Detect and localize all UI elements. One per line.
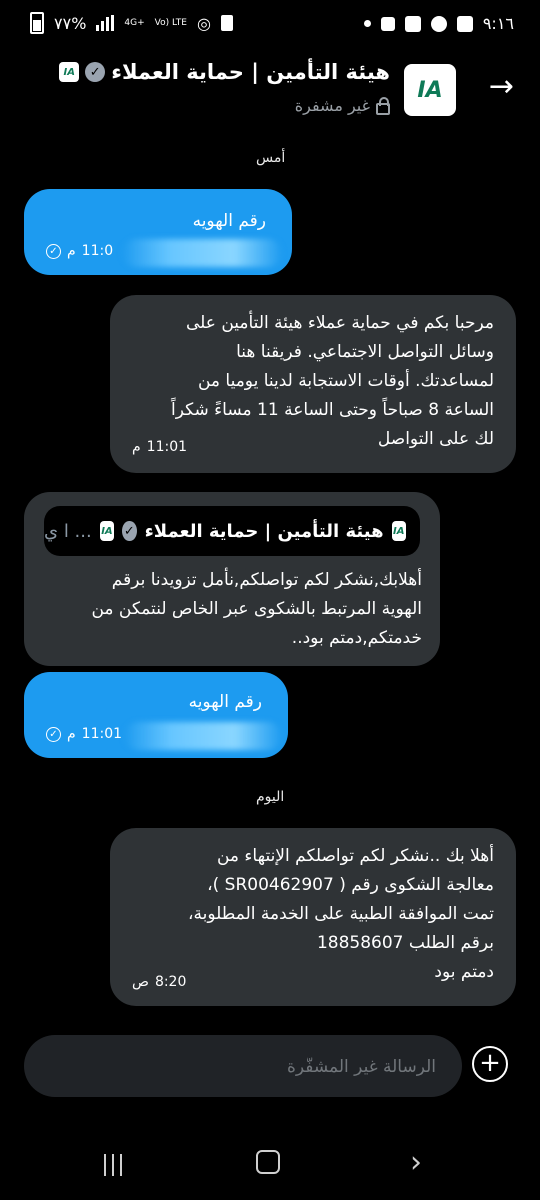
recent-apps-icon[interactable] bbox=[104, 1154, 122, 1176]
cloud-icon bbox=[430, 15, 447, 32]
message-time: 8:20 bbox=[154, 974, 187, 990]
quoted-author: هيئة التأمين | حماية العملاء bbox=[144, 520, 384, 542]
message-input[interactable] bbox=[48, 1035, 438, 1099]
message-ampm: م bbox=[67, 243, 76, 259]
title-text: هيئة التأمين | حماية العملاء bbox=[111, 60, 390, 84]
chat-header: → IA هيئة التأمين | حماية العملاء ✓ IA غ… bbox=[0, 48, 540, 132]
quoted-avatar-icon: IA bbox=[391, 521, 406, 541]
arrow-right-icon[interactable]: → bbox=[489, 72, 514, 102]
back-chevron-icon[interactable]: › bbox=[410, 1148, 422, 1178]
battery-icon bbox=[30, 12, 44, 34]
message-time: 11:0 bbox=[81, 243, 114, 259]
verified-badge-icon: ✓ bbox=[122, 521, 137, 541]
system-navigation-bar: › bbox=[0, 1130, 540, 1200]
message-meta: ص 8:20 bbox=[132, 974, 186, 990]
message-outgoing[interactable]: رقم الهويه ✓ م 11:0 bbox=[24, 189, 292, 275]
signal-icon bbox=[96, 15, 115, 31]
hotspot-icon: ◎ bbox=[196, 13, 211, 33]
message-ampm: ص bbox=[132, 974, 149, 990]
status-left: ٩:١٦ bbox=[363, 14, 514, 33]
quoted-handle: ... ا ي bbox=[44, 520, 92, 542]
check-icon: ✓ bbox=[46, 243, 61, 259]
status-right: %٧٧ 4G+ Vo) LTE ◎ bbox=[30, 12, 233, 34]
message-ampm: م bbox=[67, 726, 76, 742]
message-time: 11:01 bbox=[146, 439, 188, 455]
conversation-title[interactable]: هيئة التأمين | حماية العملاء ✓ IA bbox=[59, 60, 390, 84]
gallery-icon bbox=[456, 15, 473, 32]
message-text: رقم الهويه bbox=[188, 692, 262, 712]
check-icon: ✓ bbox=[46, 726, 61, 742]
date-separator: أمس bbox=[256, 150, 286, 166]
message-meta: ✓ م 11:01 bbox=[46, 726, 122, 742]
message-text: رقم الهويه bbox=[192, 211, 266, 231]
add-media-icon[interactable]: + bbox=[472, 1046, 508, 1082]
redaction-blur bbox=[122, 239, 282, 267]
message-incoming[interactable]: مرحبا بكم في حماية عملاء هيئة التأمين عل… bbox=[110, 295, 516, 473]
nfc-icon bbox=[220, 15, 233, 31]
message-meta: م 11:01 bbox=[132, 439, 187, 455]
notification-dot-icon bbox=[363, 20, 371, 27]
encryption-status: غير مشفرة bbox=[295, 96, 390, 115]
status-bar: ٩:١٦ %٧٧ 4G+ Vo) LTE ◎ bbox=[0, 0, 540, 48]
clock: ٩:١٦ bbox=[482, 14, 514, 33]
verified-badge-icon: ✓ bbox=[85, 62, 106, 82]
message-text: أهلا بك ..نشكر لكم تواصلكم الإنتهاء من م… bbox=[188, 846, 494, 982]
battery-percent: %٧٧ bbox=[54, 13, 87, 33]
quoted-post[interactable]: IA هيئة التأمين | حماية العملاء ✓ IA ...… bbox=[44, 506, 420, 556]
encryption-label: غير مشفرة bbox=[294, 96, 370, 115]
affiliate-logo-icon: IA bbox=[99, 521, 115, 541]
message-incoming[interactable]: أهلا بك ..نشكر لكم تواصلكم الإنتهاء من م… bbox=[110, 828, 516, 1006]
message-ampm: م bbox=[132, 439, 141, 455]
redaction-blur bbox=[124, 722, 282, 750]
checkbox-icon bbox=[404, 15, 421, 32]
volte-label: Vo) LTE bbox=[154, 17, 187, 28]
avatar[interactable]: IA bbox=[404, 64, 456, 116]
message-composer bbox=[24, 1035, 462, 1099]
affiliate-logo-icon: IA bbox=[59, 62, 80, 82]
gallery-thumbnail-icon bbox=[380, 16, 395, 31]
message-text: أهلابك,نشكر لكم تواصلكم,نأمل تزويدنا برق… bbox=[91, 570, 422, 648]
network-4g-label: 4G+ bbox=[124, 17, 145, 28]
message-incoming-quote[interactable]: IA هيئة التأمين | حماية العملاء ✓ IA ...… bbox=[24, 492, 440, 666]
message-text: مرحبا بكم في حماية عملاء هيئة التأمين عل… bbox=[171, 313, 494, 449]
lock-icon bbox=[376, 96, 390, 115]
message-outgoing[interactable]: رقم الهويه ✓ م 11:01 bbox=[24, 672, 288, 758]
message-time: 11:01 bbox=[81, 726, 123, 742]
home-icon[interactable] bbox=[256, 1150, 280, 1174]
message-meta: ✓ م 11:0 bbox=[46, 243, 113, 259]
date-separator: اليوم bbox=[256, 789, 285, 805]
